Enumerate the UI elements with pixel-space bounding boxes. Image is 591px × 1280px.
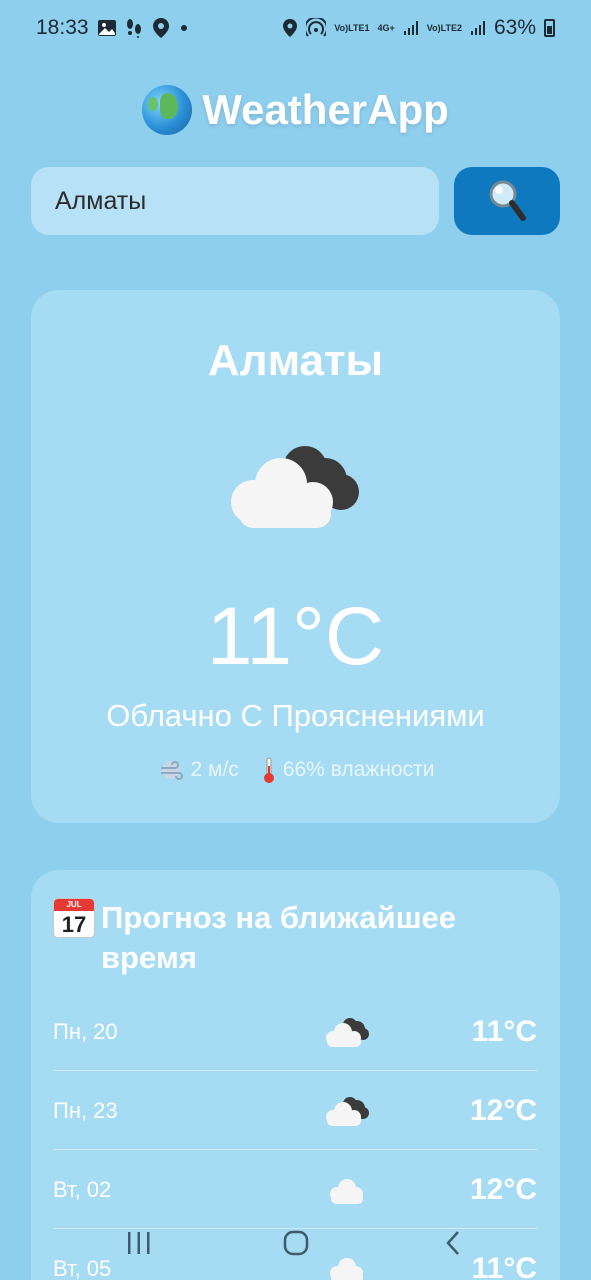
forecast-day: Вт, 02 xyxy=(53,1176,112,1202)
recent-apps-button[interactable] xyxy=(109,1223,169,1263)
hotspot-icon xyxy=(306,18,327,38)
calendar-day: 17 xyxy=(61,912,87,937)
cloud-dark-icon xyxy=(326,1096,369,1126)
forecast-temp: 12°C xyxy=(469,1093,537,1127)
notification-dot-icon xyxy=(179,23,189,33)
wind-icon xyxy=(160,761,183,780)
back-button[interactable] xyxy=(423,1223,483,1263)
globe-icon xyxy=(142,85,193,135)
cloud-icon xyxy=(231,446,359,528)
battery-icon xyxy=(544,19,555,37)
calendar-icon: JUL 17 xyxy=(53,898,95,938)
current-weather-card: Алматы 11°C Облачно С Прояснениями 2 м/с xyxy=(31,290,560,823)
gallery-icon xyxy=(97,19,117,37)
forecast-temp: 11°C xyxy=(471,1014,537,1048)
home-icon xyxy=(283,1230,308,1256)
humidity-value: 66% влажности xyxy=(282,758,435,781)
weather-stats: 2 м/с 66% влажности xyxy=(31,756,560,784)
forecast-day: Пн, 23 xyxy=(53,1097,118,1123)
location-pin-icon xyxy=(151,17,171,39)
current-city-name: Алматы xyxy=(207,336,384,385)
lte2-top: Vo) xyxy=(426,22,441,33)
wind-stat: 2 м/с xyxy=(157,758,239,782)
weather-description: Облачно С Прояснениями xyxy=(106,698,485,733)
search-icon xyxy=(489,180,526,221)
status-bar: 18:33 Vo) LTE1 4G+ Vo) LTE2 63% xyxy=(0,0,591,56)
lte2-bottom: LTE2 xyxy=(440,22,462,33)
screen: 18:33 Vo) LTE1 4G+ Vo) LTE2 63% WeatherA… xyxy=(0,0,591,1280)
battery-percent: 63% xyxy=(493,16,536,39)
app-title: WeatherApp xyxy=(202,86,449,133)
location-icon xyxy=(282,18,298,38)
search-button[interactable] xyxy=(454,167,560,235)
cloud-dark-icon xyxy=(326,1017,369,1047)
signal-icon xyxy=(403,20,419,36)
signal-2-icon xyxy=(470,20,486,36)
4g-label: 4G+ xyxy=(377,22,395,33)
calendar-month: JUL xyxy=(66,900,82,909)
current-temperature: 11°C xyxy=(206,591,385,682)
forecast-row: Пн, 20 11°C xyxy=(53,993,537,1071)
cloud-icon xyxy=(330,1178,363,1204)
thermometer-icon xyxy=(263,757,274,783)
forecast-row: Пн, 23 12°C xyxy=(53,1072,537,1150)
city-search-input[interactable] xyxy=(31,167,439,235)
lte1-top: Vo) xyxy=(334,22,349,33)
navigation-bar xyxy=(0,1215,591,1271)
recent-apps-icon xyxy=(127,1232,149,1254)
status-time: 18:33 xyxy=(36,16,89,39)
lte1-indicator: Vo) LTE1 xyxy=(334,22,370,33)
forecast-temp: 12°C xyxy=(469,1172,537,1206)
lte1-bottom: LTE1 xyxy=(348,22,370,33)
forecast-title-text: Прогноз на ближайшее время xyxy=(101,900,457,975)
wind-value: 2 м/с xyxy=(190,758,239,781)
app-header: WeatherApp xyxy=(0,82,591,138)
humidity-stat: 66% влажности xyxy=(261,756,435,784)
forecast-day: Пн, 20 xyxy=(53,1018,118,1044)
forecast-title: JUL 17 Прогноз на ближайшее время xyxy=(53,898,523,978)
home-button[interactable] xyxy=(266,1223,326,1263)
lte2-indicator: Vo) LTE2 xyxy=(426,22,462,33)
4g-indicator: 4G+ xyxy=(377,22,395,33)
status-left: 18:33 xyxy=(36,16,189,40)
status-right: Vo) LTE1 4G+ Vo) LTE2 63% xyxy=(282,16,555,40)
footsteps-icon xyxy=(125,18,143,38)
back-icon xyxy=(445,1231,459,1255)
